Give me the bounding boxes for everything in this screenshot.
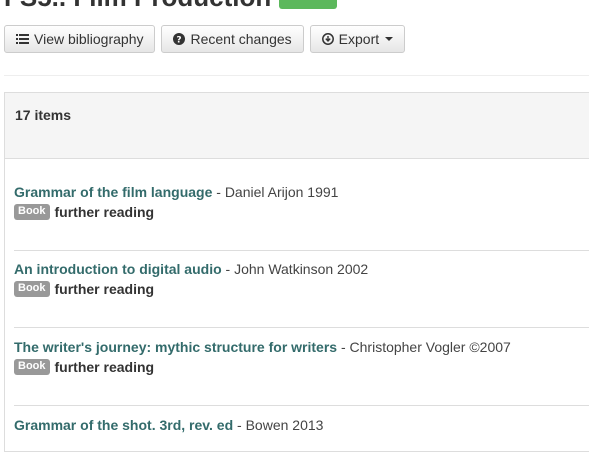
recent-changes-button[interactable]: ? Recent changes [161,25,304,53]
item-importance: further reading [54,359,155,375]
item-title-link[interactable]: Grammar of the film language [14,184,212,200]
item-title-link[interactable]: An introduction to digital audio [14,261,222,277]
question-circle-icon: ? [173,33,186,46]
item-type-badge: Book [14,281,50,297]
list-item: An introduction to digital audio - John … [14,260,589,297]
list-item: Grammar of the film language - Daniel Ar… [14,183,589,220]
item-importance: further reading [54,281,155,297]
item-authors-year: - John Watkinson 2002 [221,261,369,277]
toolbar-divider [4,75,589,76]
item-authors-year: - Christopher Vogler ©2007 [337,339,511,355]
list-divider [14,405,589,406]
item-title-link[interactable]: The writer's journey: mythic structure f… [14,339,337,355]
item-type-badge: Book [14,204,50,220]
recent-changes-label: Recent changes [190,31,292,47]
list-divider [14,327,589,328]
list-status-badge [279,0,338,9]
download-circle-icon [321,33,334,45]
item-authors-year: - Bowen 2013 [233,417,324,433]
export-button[interactable]: Export [309,25,406,53]
item-title-link[interactable]: Grammar of the shot. 3rd, rev. ed [14,417,233,433]
toolbar: View bibliography ? Recent changes Expor… [4,25,406,53]
caret-down-icon [385,37,394,41]
page-title: FS5.. Film Production [4,0,271,13]
view-bibliography-label: View bibliography [34,31,144,47]
list-divider [14,250,589,251]
view-bibliography-button[interactable]: View bibliography [4,25,156,53]
item-type-badge: Book [14,359,50,375]
item-importance: further reading [54,204,155,220]
items-count: 17 items [5,93,589,159]
item-authors-year: - Daniel Arijon 1991 [212,184,339,200]
page-header: FS5.. Film Production [4,0,338,13]
list-item: Grammar of the shot. 3rd, rev. ed - Bowe… [14,416,589,434]
list-icon [16,33,29,45]
list-item: The writer's journey: mythic structure f… [14,338,589,375]
export-label: Export [338,31,380,47]
svg-text:?: ? [177,36,182,46]
